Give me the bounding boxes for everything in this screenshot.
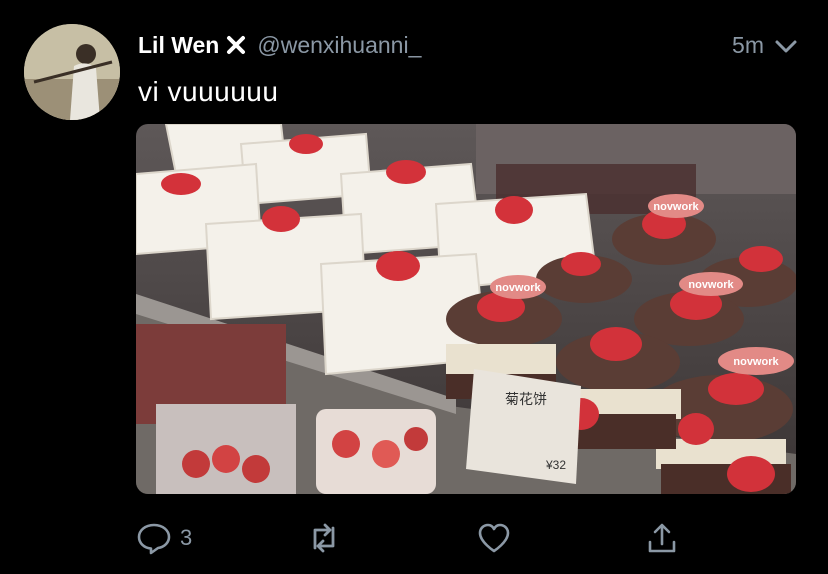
retweet-button[interactable] — [306, 516, 342, 560]
sign-label: novwork — [733, 356, 779, 368]
sign-label: novwork — [688, 279, 734, 291]
tweet-header: Lil Wen @wenxihuanni_ 5m — [138, 28, 798, 62]
price-card-price: ¥32 — [545, 458, 566, 472]
tweet-time[interactable]: 5m — [732, 28, 764, 62]
verified-icon — [227, 36, 246, 54]
price-card-title: 菊花饼 — [505, 391, 547, 407]
avatar[interactable] — [24, 24, 120, 120]
like-button[interactable] — [476, 516, 512, 560]
reply-count: 3 — [180, 525, 193, 550]
chevron-down-icon[interactable] — [774, 34, 798, 58]
share-icon — [648, 523, 676, 553]
like-icon — [478, 523, 510, 553]
price-card: 菊花饼 ¥32 — [466, 369, 581, 484]
tweet-actions: 3 — [136, 516, 696, 560]
share-button[interactable] — [644, 516, 680, 560]
sign-label: novwork — [653, 201, 699, 213]
cake-display-image: novwork novwork novwork novwork 菊花饼 ¥32 — [136, 124, 796, 494]
tweet-media[interactable]: novwork novwork novwork novwork 菊花饼 ¥32 — [136, 124, 796, 494]
reply-icon — [137, 523, 171, 555]
author-handle[interactable]: @wenxihuanni_ — [257, 32, 421, 59]
avatar-image — [24, 24, 120, 120]
author-name[interactable]: Lil Wen — [138, 32, 219, 59]
sign-label: novwork — [495, 282, 541, 294]
tweet-text: vi vuuuuuu — [138, 76, 279, 107]
reply-button[interactable]: 3 — [136, 516, 192, 560]
retweet-icon — [313, 523, 335, 553]
